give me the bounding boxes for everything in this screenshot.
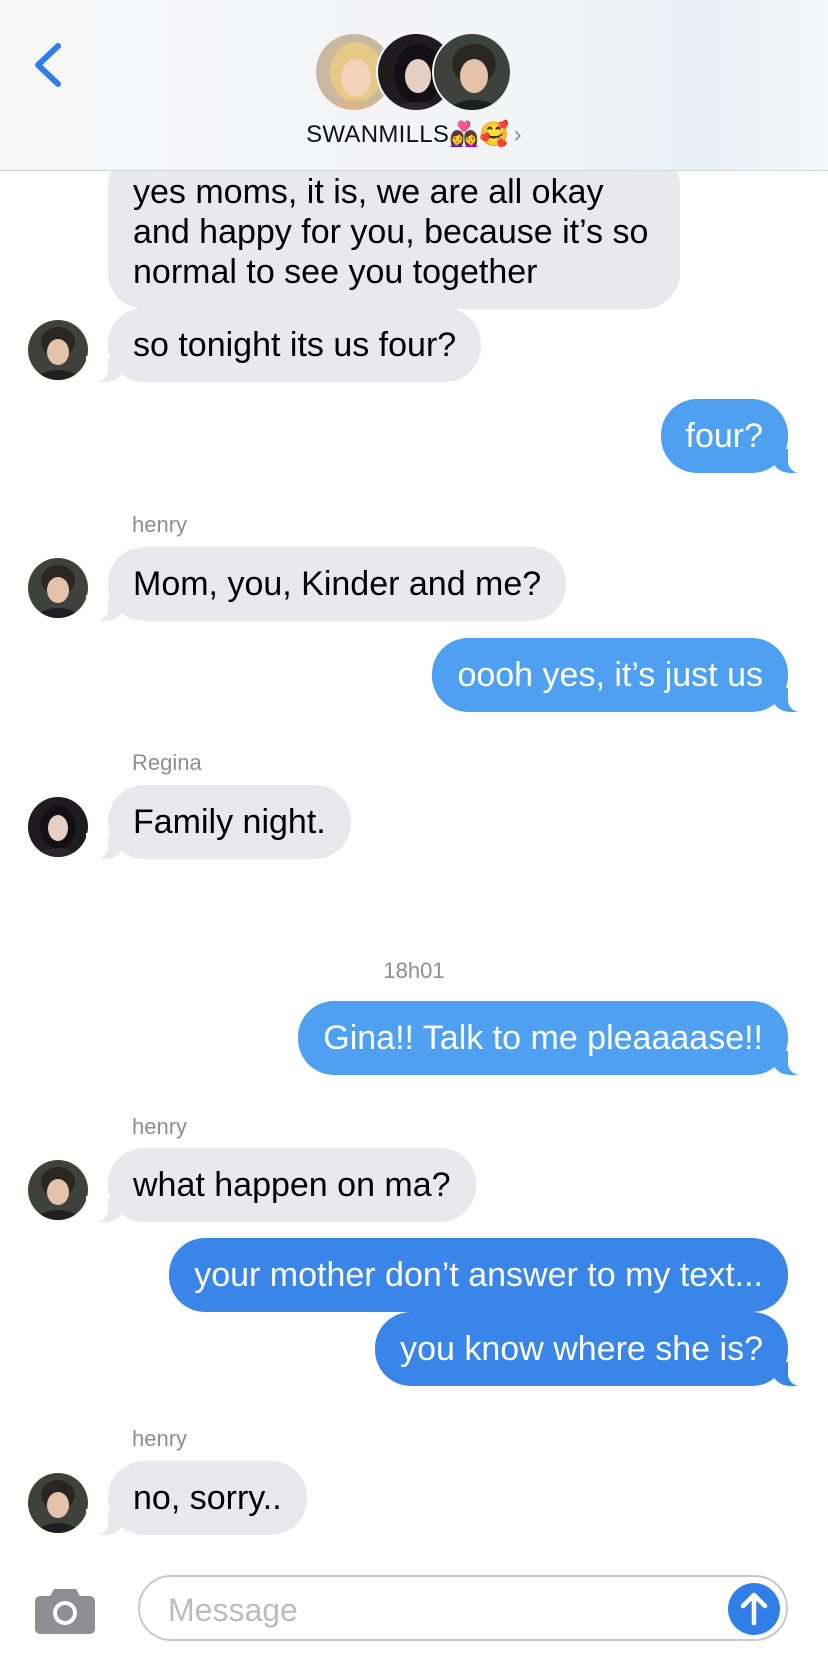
sender-name: Regina xyxy=(132,750,202,775)
group-emojis: 👩‍❤️‍👩🥰 xyxy=(449,121,510,148)
message-bubble-incoming[interactable]: yes moms, it is, we are all okay and hap… xyxy=(108,150,680,309)
message-text: four? xyxy=(685,417,764,455)
send-button[interactable] xyxy=(728,1583,780,1635)
message-timestamp: 18h01 xyxy=(383,958,445,983)
group-name: SWANMILLS xyxy=(306,121,450,148)
avatar-henry[interactable] xyxy=(28,1160,88,1220)
sender-name: henry xyxy=(132,1114,188,1139)
sender-name: henry xyxy=(132,1426,188,1451)
message-text: oooh yes, it’s just us xyxy=(457,656,763,694)
group-avatars[interactable] xyxy=(314,32,514,114)
message-bubble-incoming[interactable]: what happen on ma? xyxy=(86,1148,476,1222)
message-text: you know where she is? xyxy=(400,1330,763,1368)
avatar-boy xyxy=(432,32,512,112)
message-text: Family night. xyxy=(133,803,326,841)
message-text: Gina!! Talk to me pleaaaase!! xyxy=(323,1019,763,1057)
avatar-henry[interactable] xyxy=(28,1473,88,1533)
camera-icon[interactable] xyxy=(34,1585,96,1635)
arrow-up-icon xyxy=(740,1592,768,1626)
chevron-right-icon: › xyxy=(513,121,522,148)
avatar-regina[interactable] xyxy=(28,797,88,857)
message-bubble-incoming[interactable]: Family night. xyxy=(86,785,351,859)
message-bubble-incoming[interactable]: so tonight its us four? xyxy=(85,308,482,382)
message-bubble-outgoing[interactable]: oooh yes, it’s just us xyxy=(432,638,810,712)
message-text: no, sorry.. xyxy=(133,1479,282,1517)
sender-name: henry xyxy=(132,512,188,537)
message-text: Mom, you, Kinder and me? xyxy=(133,565,542,603)
message-bubble-incoming[interactable]: no, sorry.. xyxy=(86,1461,307,1535)
message-bubble-outgoing[interactable]: Gina!! Talk to me pleaaaase!! xyxy=(298,1001,810,1075)
message-text: what happen on ma? xyxy=(133,1166,451,1204)
back-chevron-icon[interactable] xyxy=(30,40,70,90)
message-bubble-outgoing[interactable]: your mother don’t answer to my text... xyxy=(169,1238,788,1312)
message-bubble-incoming[interactable]: Mom, you, Kinder and me? xyxy=(85,547,567,621)
message-text: so tonight its us four? xyxy=(133,326,457,364)
message-input[interactable] xyxy=(166,1589,710,1631)
avatar-henry[interactable] xyxy=(28,558,88,618)
message-text: your mother don’t answer to my text... xyxy=(194,1256,763,1294)
group-title[interactable]: SWANMILLS👩‍❤️‍👩🥰 › xyxy=(0,120,828,149)
message-bubble-outgoing[interactable]: you know where she is? xyxy=(375,1312,810,1386)
avatar-henry[interactable] xyxy=(28,320,88,380)
message-bubble-outgoing[interactable]: four? xyxy=(660,399,810,473)
message-input-container[interactable] xyxy=(138,1575,788,1641)
message-text: yes moms, it is, we are all okay and hap… xyxy=(133,173,649,291)
conversation-header: SWANMILLS👩‍❤️‍👩🥰 › xyxy=(0,0,828,171)
